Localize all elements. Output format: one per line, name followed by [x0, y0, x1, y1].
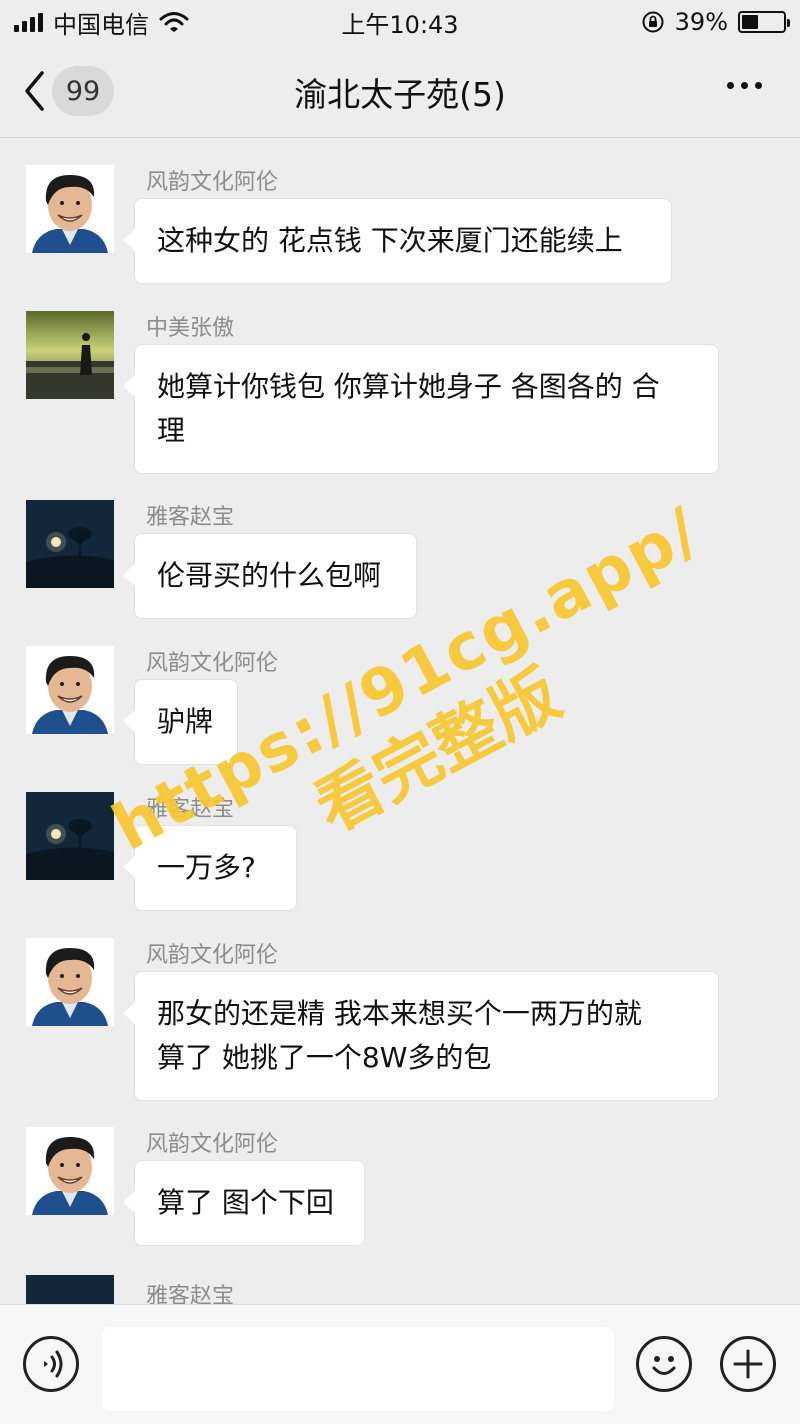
- message-bubble[interactable]: 一万多?: [123, 825, 297, 911]
- moon-tree-avatar[interactable]: [26, 500, 114, 588]
- message-text: 算了 她挑了一个8W多的包: [157, 1041, 492, 1074]
- plus-icon: [733, 1349, 763, 1379]
- message-text: 她算计你钱包 你算计她身子 各图各的 合: [157, 370, 660, 403]
- emoji-button[interactable]: [636, 1336, 692, 1392]
- battery-icon: [738, 11, 790, 33]
- sender-name: 雅客赵宝: [146, 797, 235, 822]
- message-text: 理: [157, 414, 186, 447]
- voice-button[interactable]: [23, 1336, 79, 1392]
- sunset-silhouette-avatar[interactable]: [26, 311, 114, 399]
- cartoon-man-avatar[interactable]: [26, 165, 114, 253]
- chat-title: 渝北太子苑(5): [294, 75, 506, 114]
- emoji-icon: [652, 1356, 676, 1375]
- message-bubble[interactable]: 这种女的 花点钱 下次来厦门还能续上: [123, 198, 672, 284]
- sender-name: 雅客赵宝: [146, 1284, 235, 1304]
- message-text: 伦哥买的什么包啊: [157, 559, 382, 592]
- nav-bar: 99 渝北太子苑(5): [0, 44, 800, 138]
- message-text: 那女的还是精 我本来想买个一两万的就: [157, 997, 642, 1030]
- sender-name: 风韵文化阿伦: [146, 1132, 279, 1157]
- message-text: 一万多?: [157, 851, 256, 884]
- battery-fill: [742, 15, 758, 29]
- message-text: 驴牌: [157, 705, 214, 738]
- cartoon-man-avatar[interactable]: [26, 646, 114, 734]
- moon-tree-avatar[interactable]: [26, 792, 114, 880]
- message-bubble[interactable]: 算了 图个下回: [123, 1160, 365, 1246]
- status-bar: 中国电信 上午10:43 39%: [0, 0, 800, 44]
- voice-icon: [44, 1350, 63, 1378]
- message-input[interactable]: [102, 1327, 614, 1411]
- moon-tree-avatar[interactable]: [26, 1275, 114, 1304]
- cartoon-man-avatar[interactable]: [26, 938, 114, 1026]
- message-bubble[interactable]: 驴牌: [123, 679, 238, 765]
- sender-name: 雅客赵宝: [146, 505, 235, 530]
- message-bubble[interactable]: 伦哥买的什么包啊: [123, 533, 417, 619]
- plus-button[interactable]: [720, 1336, 776, 1392]
- sender-name: 风韵文化阿伦: [146, 651, 279, 676]
- message-text: 算了 图个下回: [157, 1186, 334, 1219]
- sender-name: 中美张傲: [146, 316, 235, 341]
- message-bubble[interactable]: 那女的还是精 我本来想买个一两万的就 算了 她挑了一个8W多的包: [123, 971, 719, 1101]
- sender-name: 风韵文化阿伦: [146, 943, 279, 968]
- cartoon-man-avatar[interactable]: [26, 1127, 114, 1215]
- message-text: 这种女的 花点钱 下次来厦门还能续上: [157, 224, 623, 257]
- input-bar: [0, 1304, 800, 1424]
- status-time: 上午10:43: [341, 10, 459, 39]
- more-dots-icon[interactable]: [727, 82, 762, 89]
- message-item: 雅客赵宝: [0, 1266, 800, 1304]
- message-bubble[interactable]: 她算计你钱包 你算计她身子 各图各的 合 理: [123, 344, 719, 474]
- sender-name: 风韵文化阿伦: [146, 170, 279, 195]
